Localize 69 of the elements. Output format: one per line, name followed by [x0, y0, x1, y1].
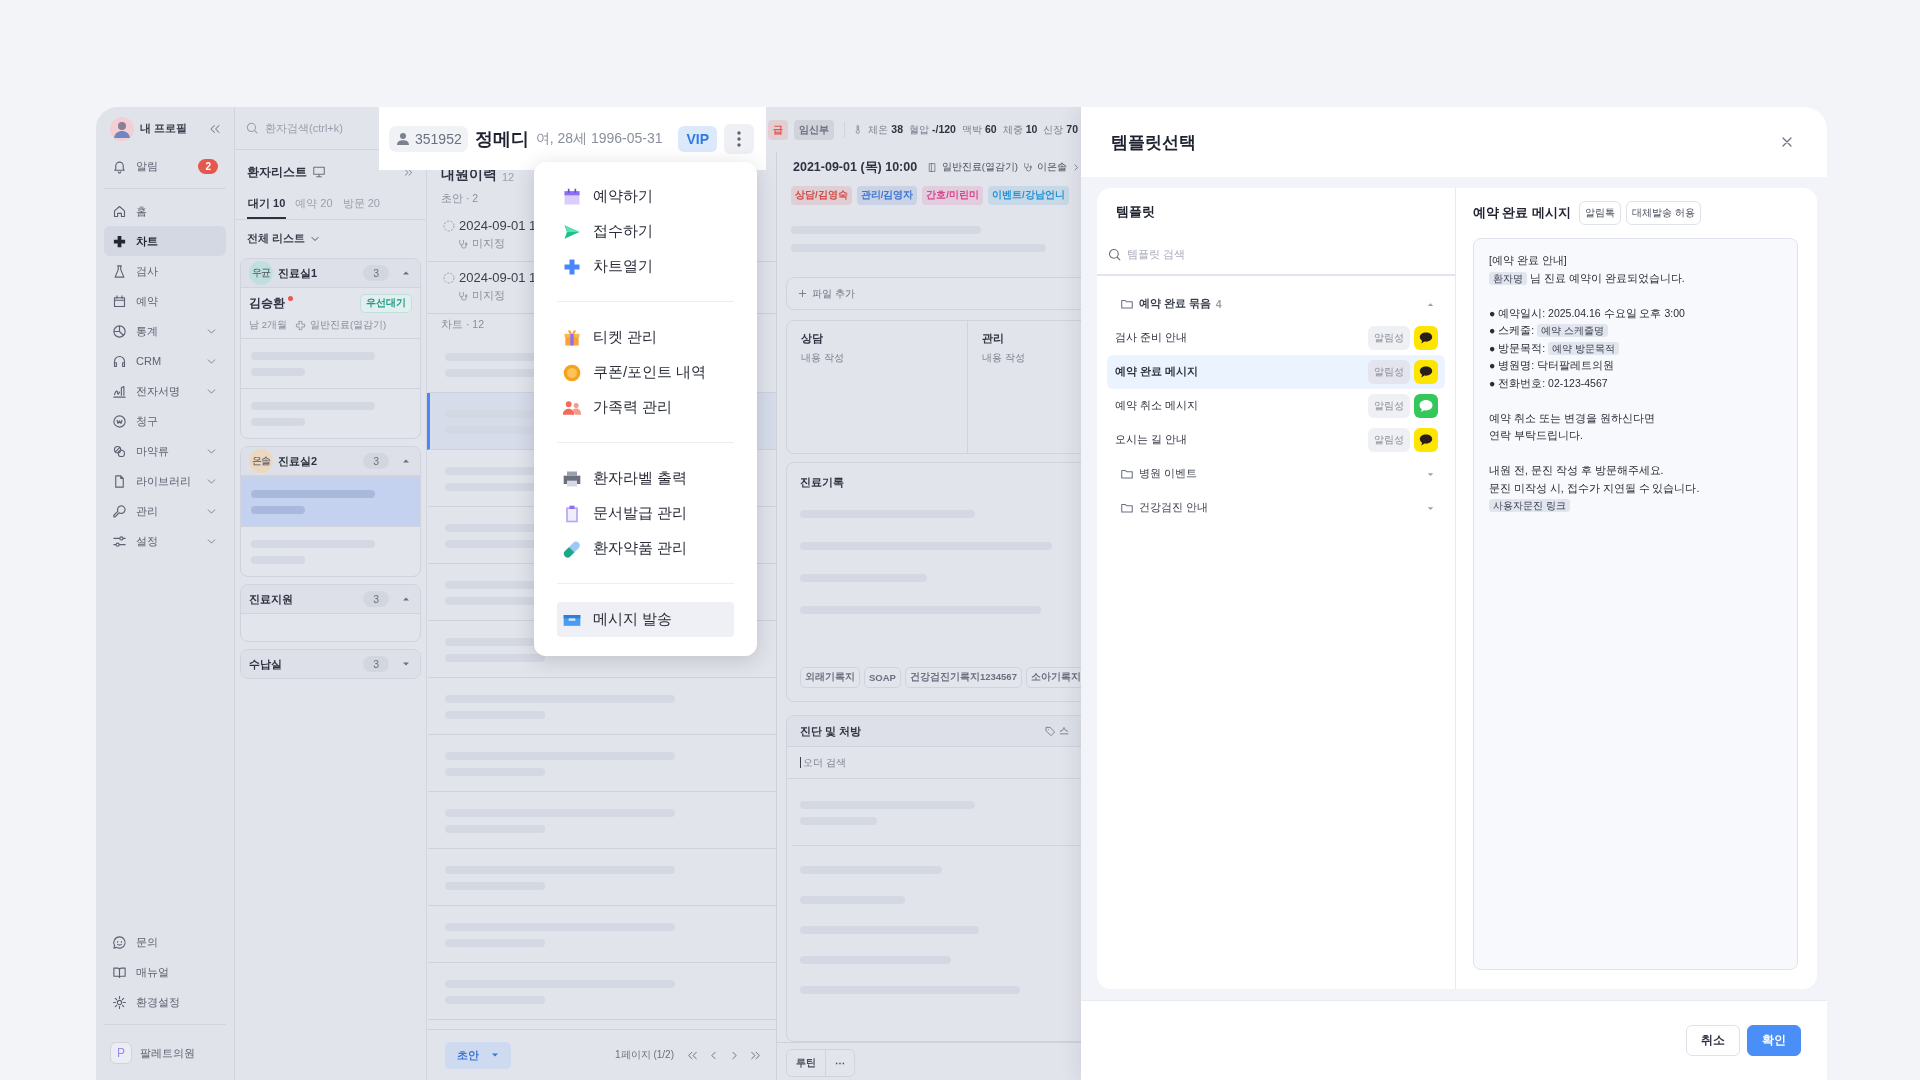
grade-badge: VIP: [678, 125, 717, 152]
room-name: 진료실2: [278, 453, 318, 469]
record-title: 진료기록: [800, 475, 845, 490]
variable-chip: 예약 스케줄명: [1537, 324, 1608, 337]
room-count: 3: [363, 265, 389, 281]
folder-name: 예약 완료 묶음: [1139, 297, 1211, 311]
folder-count: 4: [1215, 298, 1222, 310]
preview-title: 예약 완료 메시지: [1473, 204, 1571, 222]
panel-title: 템플릿: [1115, 204, 1156, 221]
channel-badge: 알림톡: [1578, 201, 1621, 225]
variable-chip: 예약 방문목적: [1548, 341, 1619, 355]
patient-id: 351952: [415, 130, 462, 147]
message-text: 님 진료 예약이 완료되었습니다.: [1528, 271, 1685, 284]
staff-tag: 간호/미린미: [922, 185, 983, 205]
staff-tag: 상담/김영숙: [791, 185, 852, 205]
room-count: 3: [363, 453, 389, 469]
staff-avatar: 은솔: [249, 449, 273, 473]
visit-type: 일반진료(열감기): [309, 319, 387, 332]
room-name: 진료지원: [249, 591, 293, 607]
type-chip: 알림성: [1368, 394, 1410, 418]
message-text: ● 예약일시: 2025.04.16 수요일 오후 3:00: [1489, 306, 1685, 319]
room-count: 3: [363, 656, 389, 672]
visit-count: 12: [502, 171, 515, 184]
room-count: 3: [363, 591, 389, 607]
patient-info: 여, 28세 1996-05-31: [535, 129, 663, 148]
note-title: 관리: [982, 331, 1005, 346]
prescription-title: 진단 및 처방: [800, 723, 862, 739]
type-chip: 알림성: [1368, 326, 1410, 350]
room-name: 수납실: [249, 656, 282, 672]
vital-signs: 체온 38 혈압 -/120 맥박 60 체중 10 신장 70: [868, 122, 1079, 137]
doctor-name: 미지정: [472, 237, 505, 251]
folder-name: 건강검진 안내: [1139, 501, 1208, 515]
patient-tag: 임신부: [794, 119, 834, 140]
message-text: ● 전화번호: 02-123-4567: [1489, 376, 1608, 389]
section-label: 초안 · 2: [440, 191, 480, 206]
folder-name: 병원 이벤트: [1139, 467, 1197, 481]
message-text: ● 병원명: 닥터팔레트의원: [1489, 359, 1615, 371]
visit-type: 일반진료(열감기): [941, 160, 1018, 174]
message-text: ● 방문목적:: [1489, 341, 1547, 354]
clinic-logo: P: [110, 1042, 132, 1064]
section-label: 차트 · 12: [440, 317, 485, 332]
patient-tag: 급: [768, 119, 788, 140]
patient-name: 김승환: [249, 295, 285, 312]
staff-avatar: 우균: [249, 261, 273, 285]
room-name: 진료실1: [278, 265, 318, 281]
staff-tag: 관리/김영자: [856, 185, 918, 205]
patient-name: 정메디: [474, 127, 529, 151]
doctor-name: 미지정: [472, 289, 505, 303]
message-text: [예약 완료 안내]: [1489, 254, 1567, 266]
patient-info: 남 2개월: [249, 319, 287, 332]
type-chip: 알림성: [1368, 360, 1410, 384]
channel-badge: 대체발송 허용: [1625, 201, 1701, 225]
message-text: 예약 취소 또는 변경을 원하신다면: [1489, 411, 1655, 424]
note-title: 상담: [801, 331, 824, 346]
message-text: ● 스케줄:: [1489, 324, 1536, 336]
doctor-name: 이은솔: [1036, 160, 1067, 174]
count-badge: 2: [198, 158, 218, 174]
variable-chip: 사용자문진 링크: [1489, 499, 1570, 512]
variable-chip: 환자명: [1489, 271, 1527, 285]
message-text: 내원 전, 문진 작성 후 방문해주세요.: [1489, 464, 1664, 476]
patient-list-title: 환자리스트: [247, 163, 307, 181]
staff-tag: 이벤트/강남언니: [987, 185, 1069, 205]
type-chip: 알림성: [1368, 428, 1410, 452]
dialog-title: 템플릿선택: [1111, 131, 1196, 154]
message-text: 문진 미작성 시, 접수가 지연될 수 있습니다.: [1489, 481, 1700, 494]
message-text: 연락 부탁드립니다.: [1489, 429, 1583, 441]
priority-badge: 우선대기: [360, 294, 412, 313]
visit-datetime: 2021-09-01 (목) 10:00: [793, 158, 918, 176]
page-indicator: 1페이지 (1/2): [615, 1048, 674, 1062]
